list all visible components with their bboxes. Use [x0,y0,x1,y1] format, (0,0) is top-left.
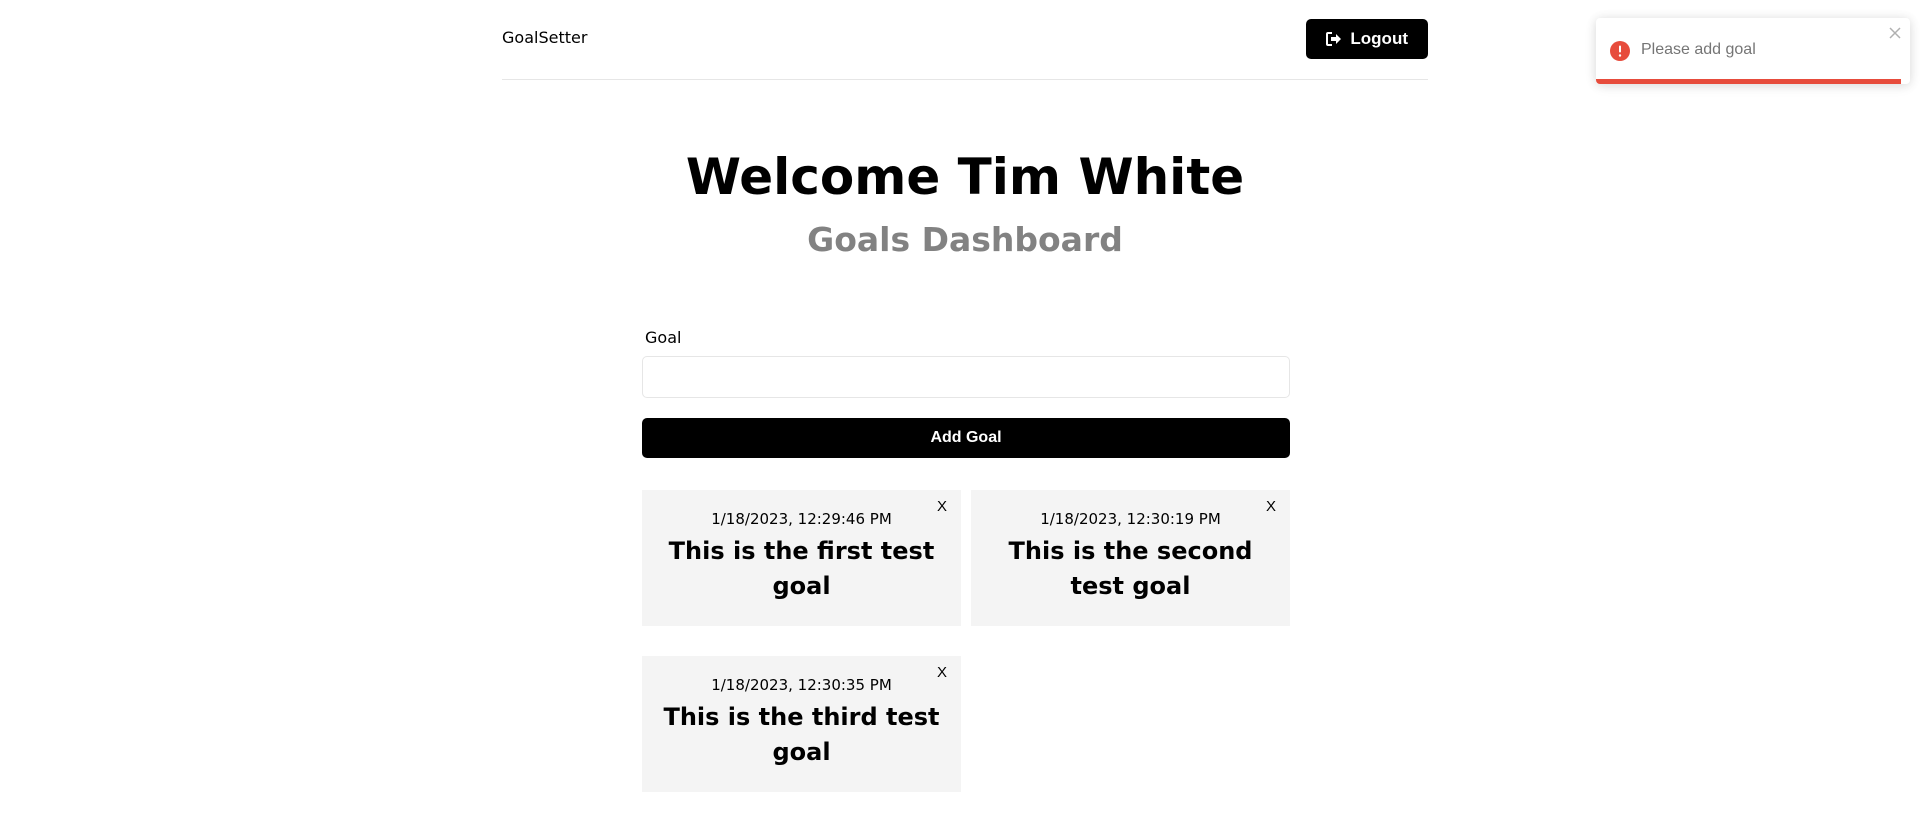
logout-button[interactable]: Logout [1306,19,1428,59]
delete-goal-button[interactable]: X [937,498,947,515]
goal-text: This is the third test goal [663,703,940,766]
goal-card: X 1/18/2023, 12:30:19 PM This is the sec… [971,490,1290,626]
add-goal-button[interactable]: Add Goal [642,418,1290,458]
goal-date: 1/18/2023, 12:30:19 PM [1040,510,1221,528]
delete-goal-button[interactable]: X [937,664,947,681]
page-heading: Welcome Tim White Goals Dashboard [502,142,1428,264]
welcome-title: Welcome Tim White [685,148,1245,206]
goals-list: X 1/18/2023, 12:29:46 PM This is the fir… [642,490,1290,792]
delete-goal-button[interactable]: X [1266,498,1276,515]
toast-progress-bar [1596,79,1901,84]
page-container: GoalSetter Logout Welcome Tim White Goal… [502,0,1428,792]
toast-message: Please add goal [1641,41,1756,58]
goal-text: This is the first test goal [668,537,935,600]
goal-date: 1/18/2023, 12:30:35 PM [711,676,892,694]
logout-label: Logout [1350,29,1408,48]
error-icon [1610,41,1630,61]
dashboard-subtitle: Goals Dashboard [807,220,1123,259]
header: GoalSetter Logout [502,0,1428,80]
goal-card: X 1/18/2023, 12:30:35 PM This is the thi… [642,656,961,792]
goal-input[interactable] [642,356,1290,398]
brand-logo[interactable]: GoalSetter [502,28,587,47]
goal-date: 1/18/2023, 12:29:46 PM [711,510,892,528]
error-toast[interactable]: Please add goal [1596,18,1910,84]
goal-label: Goal [645,328,682,347]
goal-text: This is the second test goal [1008,537,1253,600]
close-icon[interactable] [1888,26,1902,40]
logout-icon [1326,32,1342,46]
goal-form: Goal Add Goal [642,328,1290,458]
goal-card: X 1/18/2023, 12:29:46 PM This is the fir… [642,490,961,626]
